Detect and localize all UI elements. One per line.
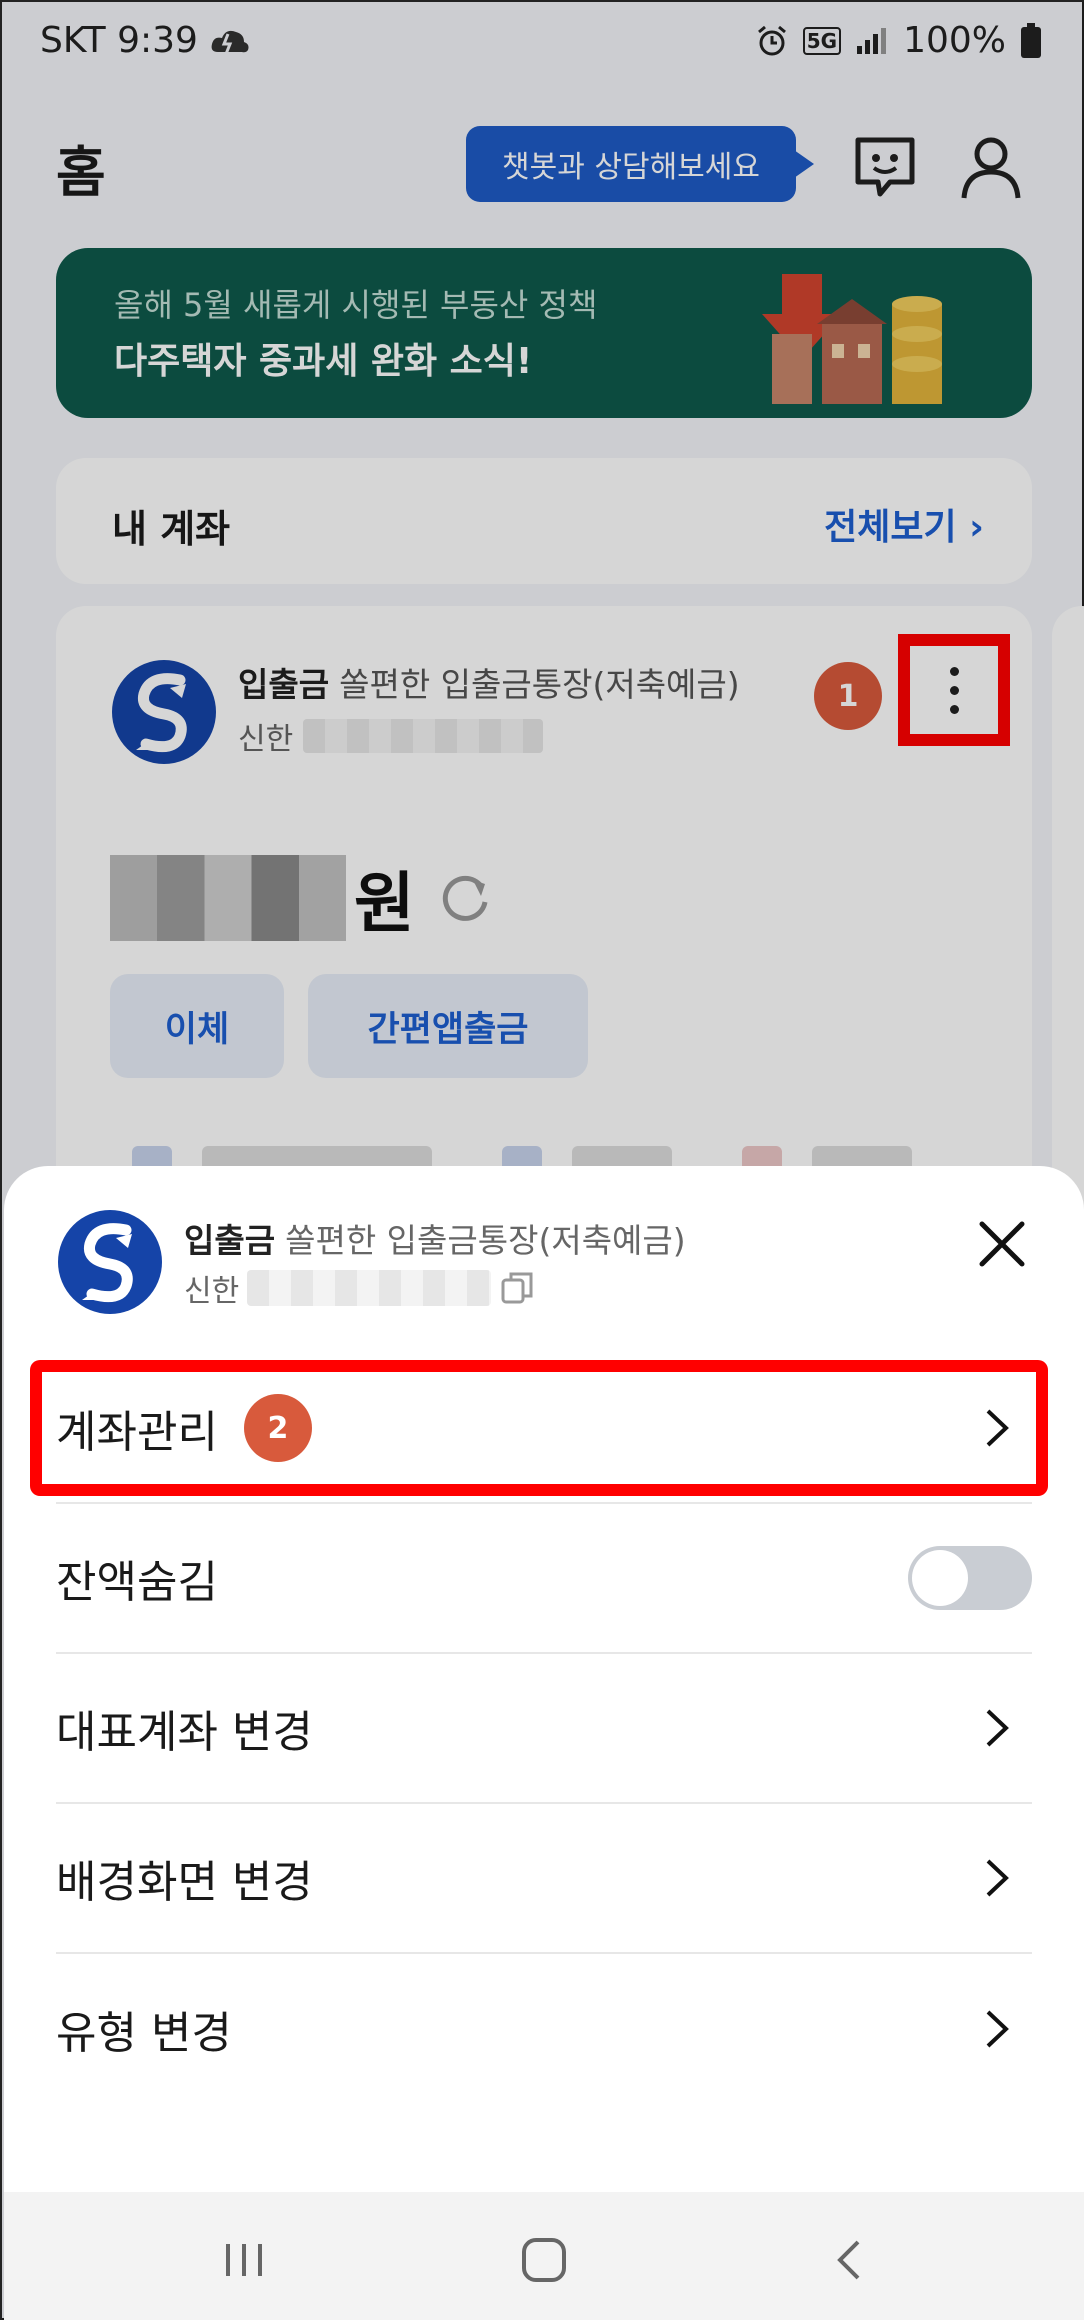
- masked-account-number: [247, 1270, 492, 1306]
- hide-balance-toggle[interactable]: [908, 1546, 1032, 1610]
- account-options-sheet: 입출금 쏠편한 입출금통장(저축예금) 신한 계좌관리 2 잔액숨김 대표계좌 …: [4, 1166, 1084, 2320]
- copy-icon[interactable]: [499, 1270, 535, 1306]
- menu-change-type[interactable]: 유형 변경: [56, 1954, 1032, 2104]
- menu-change-type-label: 유형 변경: [56, 2008, 232, 2059]
- menu-hide-balance-label: 잔액숨김: [56, 1557, 218, 1608]
- screen: SKT 9:39 5G 100% 홈 챗봇과 상담해보세요 올해 5월 새롭게 …: [0, 0, 1084, 2320]
- shinhan-logo-icon: [58, 1210, 162, 1314]
- chevron-right-icon: [986, 1859, 1009, 1897]
- menu-change-primary-account[interactable]: 대표계좌 변경: [56, 1654, 1032, 1804]
- sheet-bank-name: 신한: [184, 1274, 240, 1309]
- chevron-right-icon: [986, 1709, 1009, 1747]
- sheet-account-kind: 입출금: [184, 1221, 276, 1260]
- menu-hide-balance[interactable]: 잔액숨김: [56, 1504, 1032, 1654]
- system-navigation-bar: [4, 2192, 1084, 2320]
- back-icon[interactable]: [822, 2232, 878, 2288]
- menu-change-wallpaper-label: 배경화면 변경: [56, 1857, 313, 1908]
- close-icon[interactable]: [976, 1218, 1028, 1270]
- menu-change-wallpaper[interactable]: 배경화면 변경: [56, 1804, 1032, 1954]
- sheet-account-bank: 신한: [184, 1266, 535, 1310]
- home-icon[interactable]: [516, 2232, 572, 2288]
- toggle-knob: [912, 1550, 968, 1606]
- recent-apps-icon[interactable]: [216, 2232, 272, 2288]
- sheet-account-product: 쏠편한 입출금통장(저축예금): [285, 1221, 686, 1260]
- chevron-right-icon: [986, 2010, 1009, 2048]
- menu-change-primary-account-label: 대표계좌 변경: [56, 1707, 313, 1758]
- sheet-account-name: 입출금 쏠편한 입출금통장(저축예금): [184, 1214, 686, 1262]
- highlight-box: [30, 1360, 1048, 1496]
